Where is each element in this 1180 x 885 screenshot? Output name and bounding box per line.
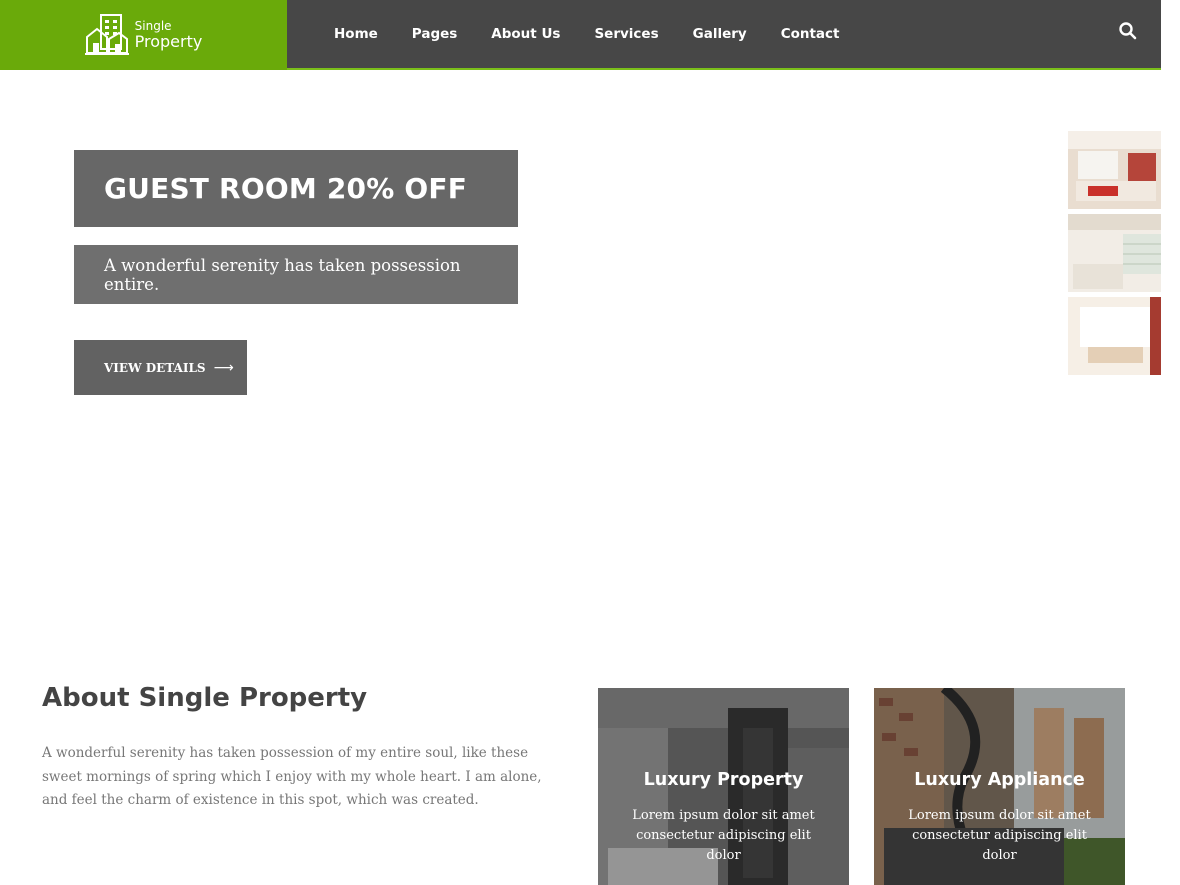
thumbnail-kitchen[interactable] bbox=[1067, 213, 1162, 293]
hero-subtitle: A wonderful serenity has taken possessio… bbox=[104, 255, 461, 294]
nav-item-contact[interactable]: Contact bbox=[781, 26, 840, 42]
card-description: Lorem ipsum dolor sit amet consectetur a… bbox=[908, 808, 1091, 863]
nav-right-area bbox=[870, 0, 1161, 68]
hero-thumbnails bbox=[1067, 130, 1162, 379]
card-title: Luxury Property bbox=[643, 770, 804, 790]
arrow-right-icon: ⟶ bbox=[213, 359, 234, 376]
nav-item-pages[interactable]: Pages bbox=[412, 26, 458, 42]
living-room-thumbnail-image bbox=[1068, 131, 1161, 209]
card-luxury-property[interactable]: Luxury Property Lorem ipsum dolor sit am… bbox=[598, 688, 849, 885]
thumbnail-living-room[interactable] bbox=[1067, 130, 1162, 210]
logo-text-big: Property bbox=[134, 32, 203, 51]
card-luxury-appliance[interactable]: Luxury Appliance Lorem ipsum dolor sit a… bbox=[874, 688, 1125, 885]
hero-title-box: GUEST ROOM 20% OFF bbox=[74, 150, 518, 227]
header-accent-line bbox=[287, 68, 1161, 70]
kitchen-thumbnail-image bbox=[1068, 214, 1161, 292]
lounge-thumbnail-image bbox=[1068, 297, 1161, 375]
logo-text-small: Single bbox=[134, 19, 172, 33]
about-text: A wonderful serenity has taken possessio… bbox=[42, 745, 542, 808]
nav-item-about-us[interactable]: About Us bbox=[491, 26, 560, 42]
hero-subtitle-box: A wonderful serenity has taken possessio… bbox=[74, 245, 518, 304]
search-icon[interactable] bbox=[1117, 20, 1139, 42]
card-description: Lorem ipsum dolor sit amet consectetur a… bbox=[632, 808, 815, 863]
hero-title: GUEST ROOM 20% OFF bbox=[104, 172, 468, 205]
logo[interactable]: Single Property bbox=[0, 0, 287, 70]
house-buildings-icon bbox=[84, 14, 129, 55]
nav-item-gallery[interactable]: Gallery bbox=[693, 26, 747, 42]
view-details-label: VIEW DETAILS bbox=[104, 360, 206, 375]
main-nav: Home Pages About Us Services Gallery Con… bbox=[287, 0, 870, 68]
card-title: Luxury Appliance bbox=[914, 770, 1085, 790]
nav-item-home[interactable]: Home bbox=[334, 26, 378, 42]
about-title: About Single Property bbox=[42, 683, 368, 713]
view-details-button[interactable]: VIEW DETAILS ⟶ bbox=[74, 340, 247, 395]
thumbnail-lounge[interactable] bbox=[1067, 296, 1162, 376]
nav-item-services[interactable]: Services bbox=[594, 26, 658, 42]
